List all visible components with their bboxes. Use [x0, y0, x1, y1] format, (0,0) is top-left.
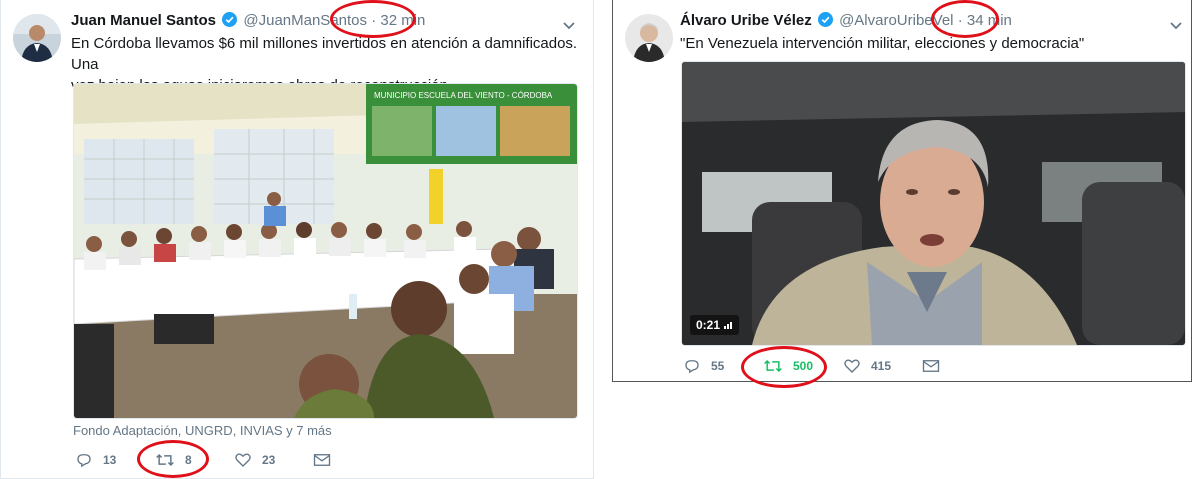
- banner-text: MUNICIPIO ESCUELA DEL VIENTO - CÓRDOBA: [374, 91, 553, 100]
- chevron-down-icon[interactable]: [562, 18, 576, 30]
- avatar-santos[interactable]: [13, 14, 61, 62]
- direct-message-icon: [313, 454, 331, 466]
- tweet-text-line-1: En Córdoba llevamos $6 mil millones inve…: [71, 35, 578, 73]
- reply-icon: [77, 454, 91, 468]
- verified-badge-icon: [817, 12, 833, 27]
- reply-count: 55: [711, 359, 725, 373]
- tweet-video[interactable]: 0:21: [681, 61, 1186, 346]
- separator-dot: ·: [957, 12, 963, 29]
- video-duration-icon: [724, 322, 733, 329]
- video-frame: [682, 62, 1185, 345]
- video-duration-badge: 0:21: [690, 315, 740, 335]
- direct-message-button[interactable]: [922, 358, 950, 374]
- like-icon: [844, 359, 860, 373]
- author-name[interactable]: Juan Manuel Santos: [71, 12, 216, 29]
- tagged-accounts[interactable]: Fondo Adaptación, UNGRD, INVIAS y 7 más: [73, 423, 332, 438]
- reply-button[interactable]: 55: [683, 357, 724, 375]
- direct-message-icon: [922, 360, 940, 372]
- tweet-timestamp[interactable]: 34 min: [967, 12, 1012, 29]
- tweet-photo[interactable]: MUNICIPIO ESCUELA DEL VIENTO - CÓRDOBA: [73, 83, 578, 419]
- reply-icon: [685, 360, 699, 374]
- like-button[interactable]: 23: [234, 451, 275, 469]
- tweet-timestamp[interactable]: 32 min: [380, 12, 425, 29]
- retweet-icon: [156, 453, 174, 467]
- meeting-photo: MUNICIPIO ESCUELA DEL VIENTO - CÓRDOBA: [74, 84, 577, 418]
- author-name[interactable]: Álvaro Uribe Vélez: [680, 12, 812, 29]
- video-duration: 0:21: [696, 318, 721, 332]
- tweet-header: Álvaro Uribe Vélez @AlvaroUribeVel · 34 …: [680, 12, 1012, 29]
- tweet-card-uribe[interactable]: Álvaro Uribe Vélez @AlvaroUribeVel · 34 …: [612, 0, 1192, 388]
- reply-count: 13: [103, 453, 117, 467]
- chevron-down-icon[interactable]: [1169, 18, 1183, 30]
- retweet-count: 8: [185, 453, 192, 467]
- like-icon: [235, 453, 251, 467]
- like-button[interactable]: 415: [843, 357, 891, 375]
- direct-message-button[interactable]: [313, 452, 341, 468]
- author-handle[interactable]: @JuanManSantos: [243, 12, 367, 29]
- verified-badge-icon: [222, 12, 238, 27]
- avatar-uribe[interactable]: [625, 14, 673, 62]
- like-count: 23: [262, 453, 276, 467]
- reply-button[interactable]: 13: [75, 451, 116, 469]
- retweet-button[interactable]: 8: [155, 451, 192, 469]
- tweet-text: "En Venezuela intervención militar, elec…: [680, 35, 1085, 52]
- retweet-icon: [764, 359, 782, 373]
- author-handle[interactable]: @AlvaroUribeVel: [839, 12, 953, 29]
- retweet-count: 500: [793, 359, 814, 373]
- separator-dot: ·: [371, 12, 377, 29]
- tweet-card-santos[interactable]: Juan Manuel Santos @JuanManSantos · 32 m…: [0, 0, 594, 479]
- retweet-button[interactable]: 500: [763, 357, 813, 375]
- tweet-header: Juan Manuel Santos @JuanManSantos · 32 m…: [71, 12, 425, 29]
- like-count: 415: [871, 359, 892, 373]
